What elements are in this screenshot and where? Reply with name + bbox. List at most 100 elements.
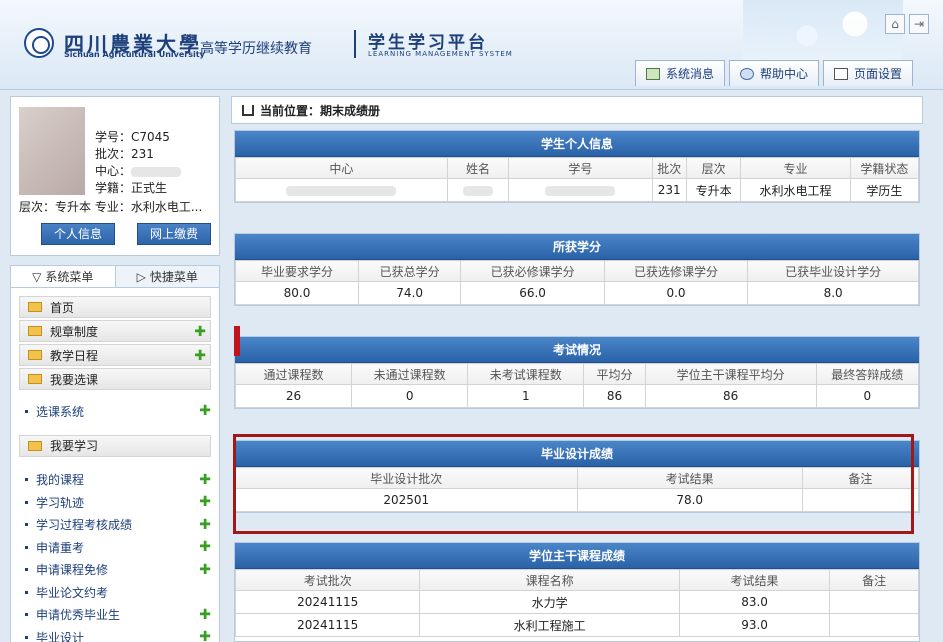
sidebar-item-home[interactable]: 首页 — [19, 296, 211, 318]
sub-item-thesis-exam[interactable]: 毕业论文约考 — [25, 581, 211, 604]
logo-text-en: Sichuan Agricultural University — [64, 50, 205, 59]
sidebar-item-label: 我要学习 — [50, 439, 99, 453]
sidebar-item-schedule[interactable]: 教学日程 ✚ — [19, 344, 211, 366]
header-subtitle: 高等学历继续教育 — [200, 41, 312, 57]
plus-icon[interactable]: ✚ — [199, 608, 211, 622]
table-cell: 20241115 — [235, 590, 421, 614]
tab-system-menu[interactable]: ▽ 系统菜单 — [11, 266, 116, 287]
tab-system-message[interactable]: 系统消息 — [634, 60, 725, 86]
panel-title: 考试情况 — [235, 337, 919, 363]
status: 学籍：正式生 — [95, 181, 168, 195]
sub-item-process-grades[interactable]: 学习过程考核成绩 ✚ — [25, 514, 211, 537]
column-header: 毕业要求学分 — [235, 260, 359, 282]
top-tabs: 系统消息 帮助中心 页面设置 — [634, 60, 913, 86]
settings-icon — [833, 67, 848, 80]
column-header: 学籍状态 — [849, 157, 920, 179]
table-cell: 0.0 — [603, 281, 749, 305]
sidebar-item-select-course[interactable]: 我要选课 — [19, 368, 211, 390]
plus-icon[interactable]: ✚ — [199, 630, 211, 642]
sub-item-retake[interactable]: 申请重考 ✚ — [25, 536, 211, 559]
table-cell: 水力学 — [419, 590, 680, 614]
tab-page-settings[interactable]: 页面设置 — [822, 60, 913, 86]
bullet-icon — [25, 545, 28, 549]
level-major: 层次：专升本 专业：水利水电工... — [19, 200, 203, 214]
bullet-icon — [25, 409, 28, 413]
help-icon — [739, 67, 754, 80]
online-payment-button[interactable]: 网上缴费 — [137, 223, 212, 245]
profile-info: 学号：C7045 批次：231 中心： 学籍：正式生 — [95, 129, 182, 197]
sub-item-excellent-graduate[interactable]: 申请优秀毕业生 ✚ — [25, 604, 211, 627]
plus-icon[interactable]: ✚ — [199, 518, 211, 532]
panel-title: 所获学分 — [235, 234, 919, 260]
exam-panel: 考试情况 通过课程数 未通过课程数 未考试课程数 平均分 学位主干课程平均分 最… — [234, 336, 920, 409]
home-icon[interactable]: ⌂ — [885, 14, 905, 34]
sub-item-label: 学习过程考核成绩 — [36, 518, 133, 533]
avatar — [19, 107, 85, 195]
sidebar-menu: ▽ 系统菜单 ▷ 快捷菜单 首页 规章制度 ✚ 教学日程 ✚ 我要选课 选课系统 ✚ 我要… — [10, 265, 220, 642]
table-row: 202501 78.0 — [235, 488, 920, 512]
sidebar-item-label: 首页 — [50, 300, 75, 315]
plus-icon[interactable]: ✚ — [199, 540, 211, 554]
table-cell: 74.0 — [357, 281, 462, 305]
column-header: 平均分 — [583, 363, 646, 385]
sidebar-item-study[interactable]: 我要学习 — [19, 434, 211, 457]
panel-title: 毕业设计成绩 — [235, 441, 919, 467]
column-header: 专业 — [740, 157, 851, 179]
bullet-icon — [25, 568, 28, 572]
plus-icon[interactable]: ✚ — [199, 563, 211, 577]
logout-icon[interactable]: ⇥ — [909, 14, 929, 34]
personal-info-button[interactable]: 个人信息 — [41, 223, 116, 245]
personal-info-panel: 学生个人信息 中心 姓名 学号 批次 层次 专业 学籍状态 231 专升本 水利… — [234, 130, 920, 203]
tab-label: 系统消息 — [665, 67, 714, 81]
column-header: 学位主干课程平均分 — [644, 363, 817, 385]
column-header: 通过课程数 — [234, 363, 353, 385]
table-cell: 83.0 — [678, 590, 831, 614]
column-header: 已获选修课学分 — [603, 260, 749, 282]
degree-table: 考试批次 课程名称 考试结果 备注 20241115 水力学 83.0 2024… — [235, 569, 919, 637]
center: 中心： — [95, 163, 182, 180]
column-header: 中心 — [235, 157, 448, 179]
column-header: 姓名 — [446, 157, 510, 179]
plus-icon[interactable]: ✚ — [199, 404, 211, 418]
sub-item-study-trail[interactable]: 学习轨迹 ✚ — [25, 491, 211, 514]
table-row: 231 专升本 水利水电工程 学历生 — [235, 178, 920, 202]
table-cell: 水利水电工程 — [740, 178, 851, 202]
table-cell — [801, 488, 920, 512]
table-row: 20241115 水力学 83.0 — [235, 590, 919, 614]
table-cell: 0 — [815, 384, 920, 408]
table-cell: 水利工程施工 — [419, 613, 680, 637]
plus-icon[interactable]: ✚ — [199, 473, 211, 487]
tab-quick-menu[interactable]: ▷ 快捷菜单 — [115, 266, 219, 287]
sub-item-course-system[interactable]: 选课系统 ✚ — [25, 400, 211, 423]
plus-icon[interactable]: ✚ — [194, 325, 206, 339]
column-header: 考试批次 — [235, 569, 421, 591]
table-cell — [446, 178, 510, 202]
table-cell: 学历生 — [849, 178, 920, 202]
table-cell — [235, 178, 448, 202]
exam-table: 通过课程数 未通过课程数 未考试课程数 平均分 学位主干课程平均分 最终答辩成绩… — [234, 363, 920, 408]
sub-item-label: 学习轨迹 — [36, 495, 85, 510]
column-header: 考试结果 — [576, 467, 803, 489]
sub-item-exemption[interactable]: 申请课程免修 ✚ — [25, 559, 211, 582]
sidebar-item-rules[interactable]: 规章制度 ✚ — [19, 320, 211, 342]
table-cell: 1 — [467, 384, 585, 408]
chevron-right-icon: ▷ — [136, 269, 146, 284]
tab-help-center[interactable]: 帮助中心 — [728, 60, 819, 86]
plus-icon[interactable]: ✚ — [194, 349, 206, 363]
sub-item-graduation-design[interactable]: 毕业设计 ✚ — [25, 626, 211, 642]
table-row: 80.0 74.0 66.0 0.0 8.0 — [235, 281, 919, 305]
plus-icon[interactable]: ✚ — [199, 495, 211, 509]
bullet-icon — [25, 590, 28, 594]
profile-card: 学号：C7045 批次：231 中心： 学籍：正式生 层次：专升本 专业：水利水… — [10, 96, 220, 256]
redacted-block — [462, 185, 493, 196]
sub-item-label: 毕业设计 — [36, 630, 85, 642]
sidebar-item-label: 我要选课 — [50, 372, 99, 387]
column-header: 备注 — [801, 467, 920, 489]
bullet-icon — [25, 523, 28, 527]
panel-title: 学生个人信息 — [235, 131, 919, 157]
table-cell — [829, 590, 919, 614]
sub-item-my-courses[interactable]: 我的课程 ✚ — [25, 469, 211, 492]
platform-subtitle: LEARNING MANAGEMENT SYSTEM — [368, 50, 513, 58]
column-header: 课程名称 — [419, 569, 680, 591]
center-label: 中心： — [95, 164, 132, 178]
